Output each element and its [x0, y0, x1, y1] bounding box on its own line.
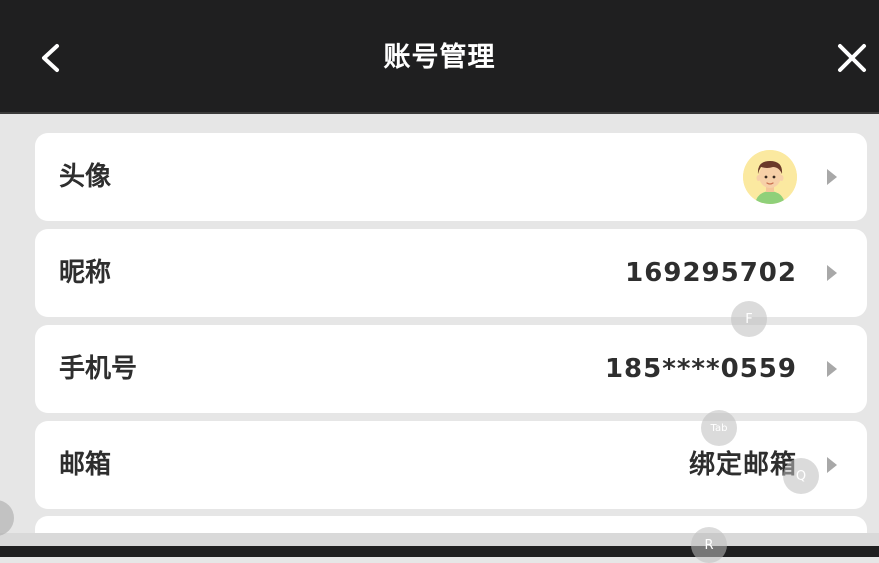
email-label: 邮箱: [59, 450, 112, 480]
page-title: 账号管理: [383, 42, 496, 73]
chevron-right-icon: [827, 361, 837, 377]
nickname-label: 昵称: [59, 258, 112, 288]
close-icon: [838, 44, 866, 72]
user-avatar-icon: [743, 150, 797, 204]
top-bar: 账号管理: [0, 0, 879, 114]
avatar-row[interactable]: 头像: [35, 133, 867, 221]
phone-value: 185****0559: [604, 354, 797, 384]
chevron-right-icon: [827, 265, 837, 281]
bottom-edge: [0, 546, 879, 557]
key-hint-q-label: Q: [795, 468, 807, 484]
key-hint-q[interactable]: Q: [783, 458, 819, 494]
nickname-value: 169295702: [625, 258, 797, 288]
key-hint-tab-label: Tab: [710, 422, 728, 434]
close-button[interactable]: [832, 38, 872, 78]
key-hint-f[interactable]: F: [731, 301, 767, 337]
email-row[interactable]: 邮箱 绑定邮箱: [35, 421, 867, 509]
phone-row[interactable]: 手机号 185****0559: [35, 325, 867, 413]
key-hint-r-label: R: [704, 537, 714, 553]
avatar-label: 头像: [59, 162, 112, 192]
phone-label: 手机号: [59, 354, 138, 384]
avatar: [743, 150, 797, 204]
chevron-right-icon: [827, 169, 837, 185]
key-hint-f-label: F: [745, 311, 753, 327]
chevron-right-icon: [827, 457, 837, 473]
key-hint-tab[interactable]: Tab: [701, 410, 737, 446]
key-hint-r[interactable]: R: [691, 527, 727, 563]
edge-handle[interactable]: [0, 500, 14, 536]
